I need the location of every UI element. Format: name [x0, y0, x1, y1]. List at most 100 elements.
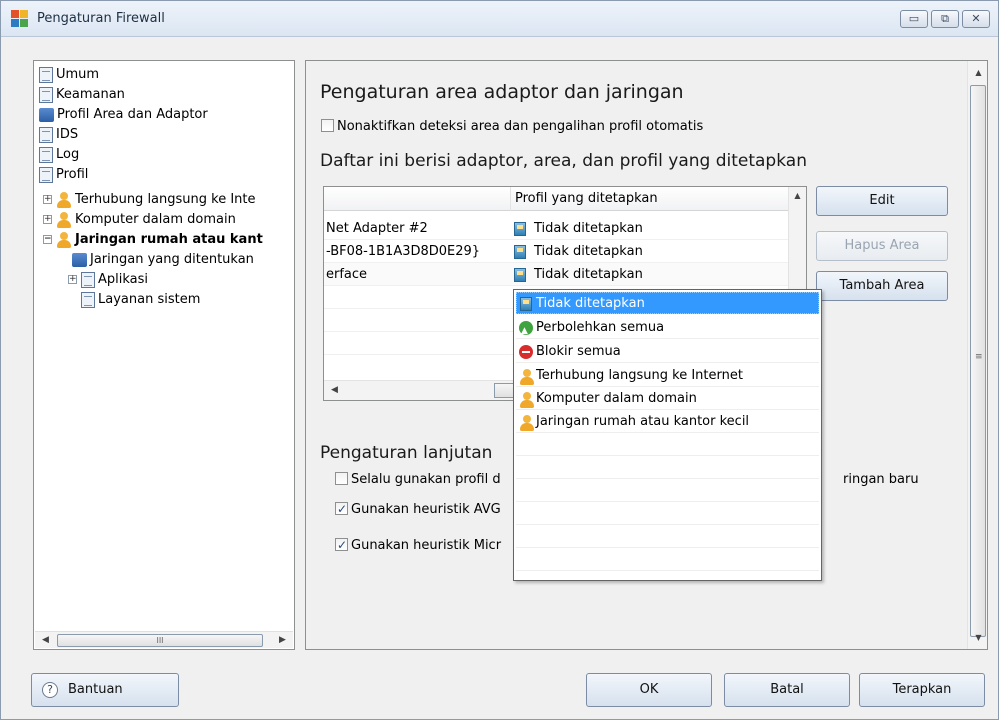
dropdown-item-label: Komputer dalam domain	[536, 391, 697, 406]
window-controls: ▭ ⧉ ✕	[900, 10, 990, 28]
panel-vertical-scrollbar[interactable]: ▲ ≡ ▼	[967, 61, 987, 649]
expand-icon[interactable]: +	[43, 195, 52, 204]
person-icon	[519, 414, 534, 431]
edit-button[interactable]: Edit	[816, 186, 948, 216]
profile-tag-icon	[520, 296, 532, 311]
help-button[interactable]: ? Bantuan	[31, 673, 179, 707]
tree-item-profil[interactable]: Profil	[39, 166, 88, 184]
dropdown-item-allow-all[interactable]: Perbolehkan semua	[516, 317, 819, 342]
tree-item-umum[interactable]: Umum	[39, 66, 99, 84]
tree-item-keamanan[interactable]: Keamanan	[39, 86, 125, 104]
advanced-heading: Pengaturan lanjutan	[320, 443, 493, 463]
scroll-thumb[interactable]: ≡	[970, 85, 986, 637]
scroll-thumb[interactable]: III	[57, 634, 263, 647]
scroll-up-icon[interactable]: ▲	[789, 187, 806, 204]
profile-tag-icon	[514, 267, 526, 282]
document-icon	[39, 146, 53, 163]
table-row[interactable]: Net Adapter #2 Tidak ditetapkan	[324, 217, 788, 240]
profile-cell-label: Tidak ditetapkan	[534, 267, 643, 282]
block-icon	[519, 344, 533, 359]
scroll-right-icon[interactable]: ▶	[274, 632, 291, 649]
scroll-down-icon[interactable]: ▼	[970, 629, 987, 646]
always-use-profile-option[interactable]: Selalu gunakan profil d	[335, 471, 501, 489]
profile-cell-label: Tidak ditetapkan	[534, 221, 643, 236]
firewall-settings-window: Pengaturan Firewall ▭ ⧉ ✕ Umum Keamanan …	[0, 0, 999, 720]
profile-cell-label: Tidak ditetapkan	[534, 244, 643, 259]
document-icon	[39, 66, 53, 83]
dropdown-item-not-assigned[interactable]: Tidak ditetapkan	[516, 292, 819, 314]
tree-item-label: Layanan sistem	[98, 292, 201, 307]
tree-item-komputer-domain[interactable]: + Komputer dalam domain	[43, 211, 236, 229]
tree-item-layanan-sistem[interactable]: Layanan sistem	[81, 291, 200, 309]
table-row[interactable]: -BF08-1B1A3D8D0E29} Tidak ditetapkan	[324, 240, 788, 263]
add-area-button[interactable]: Tambah Area	[816, 271, 948, 301]
dropdown-item-label: Perbolehkan semua	[536, 320, 665, 335]
dropdown-item-label: Tidak ditetapkan	[536, 296, 645, 311]
checkbox-label: Gunakan heuristik Micr	[351, 538, 502, 553]
adapter-cell: erface	[326, 267, 368, 282]
microsoft-heuristic-checkbox[interactable]	[335, 536, 348, 554]
dropdown-item-domain-computer[interactable]: Komputer dalam domain	[516, 388, 819, 410]
always-use-profile-checkbox[interactable]	[335, 472, 348, 485]
collapse-icon[interactable]: −	[43, 235, 52, 244]
dropdown-empty-row	[516, 549, 819, 571]
tree-item-ids[interactable]: IDS	[39, 126, 78, 144]
profile-cell[interactable]: Tidak ditetapkan	[514, 263, 643, 286]
window-title: Pengaturan Firewall	[37, 11, 165, 26]
close-button[interactable]: ✕	[962, 10, 990, 28]
allow-icon	[519, 320, 533, 342]
avg-heuristic-option[interactable]: Gunakan heuristik AVG	[335, 500, 501, 519]
restore-button[interactable]: ⧉	[931, 10, 959, 28]
person-icon	[519, 368, 534, 385]
tree-item-jaringan-rumah[interactable]: − Jaringan rumah atau kant	[43, 231, 263, 249]
tree-horizontal-scrollbar[interactable]: ◀ III ▶	[35, 631, 293, 648]
minimize-icon: ▭	[908, 12, 920, 25]
tree-item-label: Terhubung langsung ke Inte	[75, 192, 256, 207]
scroll-left-icon[interactable]: ◀	[326, 382, 343, 399]
scroll-thumb[interactable]	[494, 383, 514, 398]
page-title: Pengaturan area adaptor dan jaringan	[320, 81, 684, 103]
scroll-left-icon[interactable]: ◀	[37, 632, 54, 649]
person-icon	[519, 391, 534, 408]
dropdown-empty-row	[516, 434, 819, 456]
remove-area-button[interactable]: Hapus Area	[816, 231, 948, 261]
disable-detection-option[interactable]: Nonaktifkan deteksi area dan pengalihan …	[321, 118, 703, 136]
ok-button[interactable]: OK	[586, 673, 712, 707]
adapter-cell: Net Adapter #2	[326, 221, 428, 236]
table-row[interactable]: erface Tidak ditetapkan	[324, 263, 788, 286]
document-icon	[39, 126, 53, 143]
tree-item-label: Profil	[56, 167, 89, 182]
tree-item-jaringan-ditentukan[interactable]: Jaringan yang ditentukan	[72, 251, 254, 269]
expand-icon[interactable]: +	[43, 215, 52, 224]
minimize-button[interactable]: ▭	[900, 10, 928, 28]
microsoft-heuristic-option[interactable]: Gunakan heuristik Micr	[335, 536, 502, 555]
grid-header: Profil yang ditetapkan	[324, 187, 788, 211]
tree-item-log[interactable]: Log	[39, 146, 79, 164]
disable-detection-checkbox[interactable]	[321, 119, 334, 132]
column-header-profile[interactable]: Profil yang ditetapkan	[510, 187, 658, 211]
profile-cell[interactable]: Tidak ditetapkan	[514, 240, 643, 263]
person-icon	[56, 211, 72, 228]
title-bar[interactable]: Pengaturan Firewall ▭ ⧉ ✕	[1, 1, 998, 37]
dropdown-item-home-office[interactable]: Jaringan rumah atau kantor kecil	[516, 411, 819, 433]
tree-item-label: Komputer dalam domain	[75, 212, 236, 227]
checkbox-label: Nonaktifkan deteksi area dan pengalihan …	[337, 119, 704, 134]
dropdown-item-direct-internet[interactable]: Terhubung langsung ke Internet	[516, 365, 819, 387]
scroll-up-icon[interactable]: ▲	[970, 64, 987, 81]
apply-button[interactable]: Terapkan	[859, 673, 985, 707]
tree-item-label: IDS	[56, 127, 79, 142]
profile-tag-icon	[514, 244, 526, 259]
tree-item-label: Jaringan rumah atau kant	[75, 232, 263, 247]
avg-heuristic-checkbox[interactable]	[335, 500, 348, 518]
tree-item-profil-area-adaptor[interactable]: Profil Area dan Adaptor	[39, 106, 208, 124]
tree-item-aplikasi[interactable]: + Aplikasi	[68, 271, 148, 289]
checkbox-label: Gunakan heuristik AVG	[351, 502, 501, 517]
cancel-button[interactable]: Batal	[724, 673, 850, 707]
document-icon	[81, 291, 95, 308]
dropdown-item-label: Terhubung langsung ke Internet	[536, 368, 743, 383]
dropdown-item-block-all[interactable]: Blokir semua	[516, 341, 819, 363]
tree-item-terhubung-langsung[interactable]: + Terhubung langsung ke Inte	[43, 191, 256, 209]
dropdown-empty-row	[516, 526, 819, 548]
expand-icon[interactable]: +	[68, 275, 77, 284]
profile-cell[interactable]: Tidak ditetapkan	[514, 217, 643, 240]
